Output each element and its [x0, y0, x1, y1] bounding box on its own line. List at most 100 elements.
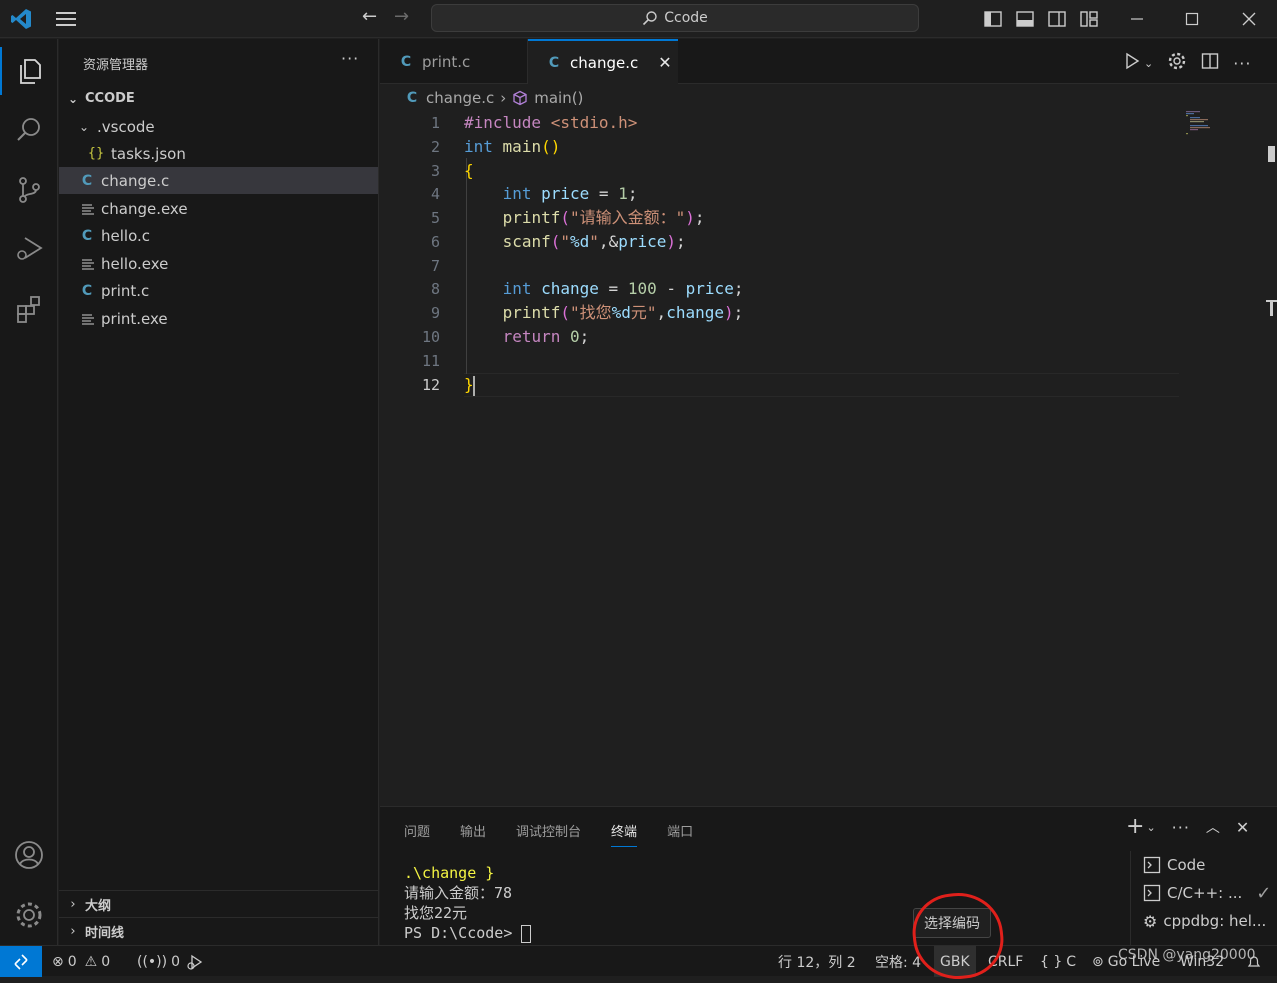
c-file-icon: C [406, 90, 418, 106]
language-mode[interactable]: { } C [1040, 946, 1076, 977]
cursor-position[interactable]: 行 12，列 2 [778, 946, 856, 977]
bottom-panel: 问题 输出 调试控制台 终端 端口 + ⌄ ··· ︿ ✕ .\change }… [380, 806, 1277, 946]
activity-bar [0, 39, 58, 945]
settings-gear-icon[interactable] [0, 891, 58, 939]
outline-label: 大纲 [85, 898, 112, 914]
terminal-item-cpp[interactable]: C/C++: ... ✓ [1143, 879, 1271, 907]
close-panel-icon[interactable]: ✕ [1236, 818, 1249, 837]
split-editor-icon[interactable] [1201, 52, 1219, 74]
tree-item-vscode[interactable]: ⌄ .vscode [59, 113, 378, 140]
tree-item-tasks-json[interactable]: {} tasks.json [59, 140, 378, 167]
chevron-down-icon: ⌄ [79, 119, 90, 134]
c-file-icon: C [81, 172, 93, 189]
binary-file-icon [82, 204, 94, 214]
terminal-output[interactable]: .\change } 请输入金额：78 找您22元 PS D:\Ccode> [404, 863, 532, 943]
line-number: 1 [430, 114, 440, 132]
status-bar: ⊗ 0 ⚠ 0 ((•)) 0 行 12，列 2 空格: 4 GBK CRLF { }… [0, 945, 1277, 977]
toggle-panel-icon[interactable] [1014, 8, 1036, 30]
outline-section[interactable]: › 大纲 [59, 890, 378, 917]
terminal-item-code[interactable]: Code [1143, 851, 1205, 879]
explorer-icon[interactable] [0, 47, 58, 95]
code-line[interactable]: scanf("%d",&price); [464, 230, 686, 254]
braces-icon: { } [1040, 953, 1063, 970]
remote-indicator-icon[interactable] [0, 946, 42, 977]
timeline-section[interactable]: › 时间线 [59, 917, 378, 944]
tab-output[interactable]: 输出 [460, 821, 486, 847]
chevron-down-icon: ⌄ [67, 91, 79, 106]
terminal-item-cppdbg[interactable]: ⚙ cppdbg: hel... [1143, 907, 1266, 935]
minimize-button[interactable] [1108, 0, 1166, 38]
hamburger-menu-icon[interactable] [54, 9, 78, 29]
run-debug-icon[interactable] [0, 225, 58, 273]
minimap[interactable] [1180, 110, 1240, 150]
breadcrumb-symbol[interactable]: main() [534, 89, 583, 107]
code-line[interactable]: printf("请输入金额："); [464, 206, 705, 230]
tree-item-label: print.c [101, 281, 150, 300]
tab-debug-console[interactable]: 调试控制台 [516, 821, 581, 847]
arrow-right-icon[interactable]: → [394, 6, 416, 30]
run-file-icon[interactable] [1124, 52, 1140, 74]
tree-item-change-exe[interactable]: change.exe [59, 195, 378, 222]
broadcast-icon: ((•)) [137, 953, 168, 970]
code-line[interactable]: #include <stdio.h> [464, 111, 637, 135]
search-icon[interactable] [0, 106, 58, 154]
line-number: 2 [430, 138, 440, 156]
code-line[interactable]: int change = 100 - price; [464, 277, 744, 301]
arrow-left-icon[interactable]: ← [362, 6, 384, 30]
vscode-logo-icon[interactable] [8, 7, 34, 31]
indentation-status[interactable]: 空格: 4 [875, 946, 921, 977]
tree-item-hello-c[interactable]: C hello.c [59, 222, 378, 249]
folder-root[interactable]: ⌄ CCODE [59, 85, 378, 112]
new-terminal-plus-icon[interactable]: + [1126, 816, 1144, 838]
line-number: 8 [430, 280, 440, 298]
timeline-label: 时间线 [85, 925, 125, 941]
close-tab-icon[interactable]: ✕ [658, 53, 671, 72]
more-actions-icon[interactable]: ··· [1172, 818, 1190, 837]
vertical-scrollbar[interactable] [1266, 110, 1277, 805]
customize-layout-icon[interactable] [1078, 8, 1100, 30]
more-actions-icon[interactable]: ··· [1233, 54, 1251, 73]
explorer-title: 资源管理器 [83, 58, 149, 73]
code-line[interactable]: printf("找您%d元",change); [464, 301, 744, 325]
code-line[interactable]: { [464, 159, 474, 183]
tree-item-hello-exe[interactable]: hello.exe [59, 250, 378, 277]
c-file-icon: C [400, 53, 412, 70]
tab-change-c[interactable]: C change.c ✕ [528, 39, 678, 84]
tab-ports[interactable]: 端口 [667, 821, 693, 847]
tree-item-label: change.exe [101, 199, 188, 218]
warning-count: 0 [101, 953, 111, 970]
tree-item-label: change.c [101, 171, 170, 190]
source-control-icon[interactable] [0, 166, 58, 214]
extensions-icon[interactable] [0, 285, 58, 333]
settings-gear-icon[interactable] [1167, 51, 1187, 75]
code-line[interactable]: int main() [464, 135, 560, 159]
tab-problems[interactable]: 问题 [404, 821, 430, 847]
command-center-search[interactable]: Ccode [431, 4, 919, 32]
more-actions-icon[interactable]: ··· [341, 49, 359, 68]
chevron-down-icon[interactable]: ⌄ [1146, 821, 1155, 834]
tab-terminal[interactable]: 终端 [611, 821, 638, 847]
ports-status[interactable]: ((•)) 0 [137, 946, 180, 977]
toggle-secondary-sidebar-icon[interactable] [1046, 8, 1068, 30]
tab-print-c[interactable]: C print.c [380, 39, 528, 84]
warning-icon: ⚠ [84, 953, 98, 970]
tree-item-change-c[interactable]: C change.c [59, 167, 378, 194]
code-line[interactable]: int price = 1; [464, 182, 638, 206]
breadcrumb-file[interactable]: change.c [426, 89, 494, 107]
maximize-panel-chevron-up-icon[interactable]: ︿ [1206, 817, 1220, 837]
problems-status[interactable]: ⊗ 0 ⚠ 0 [52, 946, 110, 977]
debug-run-icon[interactable] [186, 946, 204, 977]
close-window-button[interactable] [1220, 0, 1277, 38]
code-line[interactable]: return 0; [464, 325, 590, 349]
tree-item-print-c[interactable]: C print.c [59, 277, 378, 304]
code-editor[interactable]: 1 2 3 4 5 6 7 8 9 10 11 12 #include <std… [380, 110, 1260, 805]
maximize-button[interactable] [1163, 0, 1221, 38]
toggle-primary-sidebar-icon[interactable] [982, 8, 1004, 30]
chevron-down-icon[interactable]: ⌄ [1144, 57, 1153, 70]
tree-item-label: tasks.json [111, 144, 186, 163]
terminal-icon [1143, 856, 1161, 874]
account-icon[interactable] [0, 831, 58, 879]
tree-item-print-exe[interactable]: print.exe [59, 305, 378, 332]
terminal-cursor [521, 924, 532, 943]
language-label: C [1066, 953, 1077, 970]
